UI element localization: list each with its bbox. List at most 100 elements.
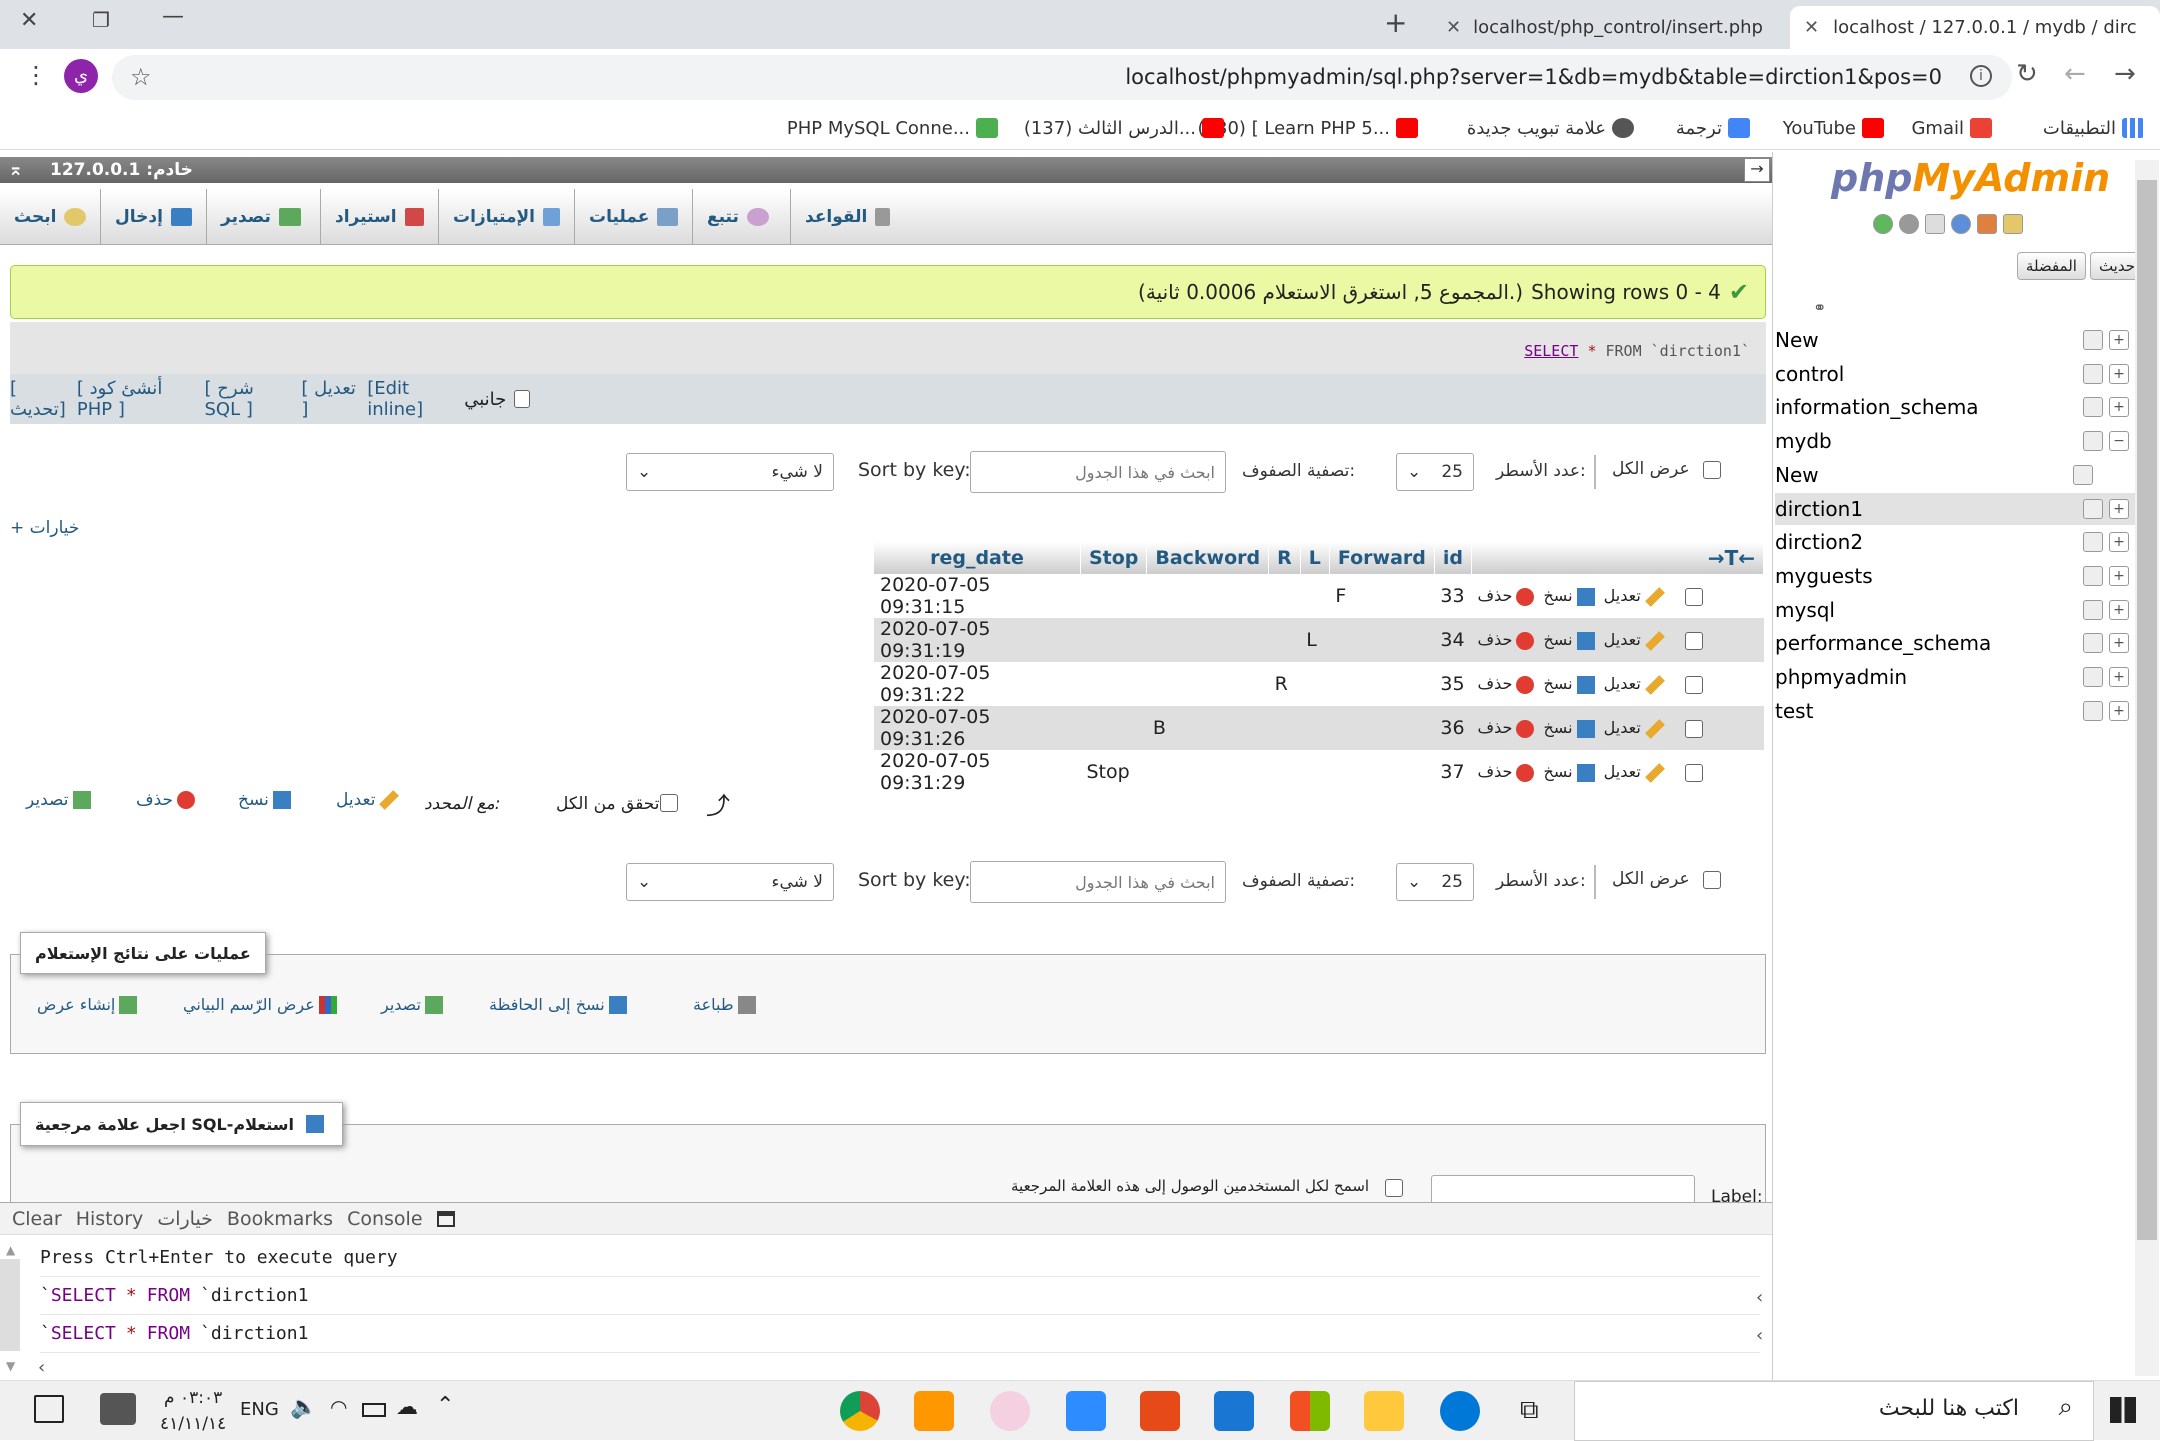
cell-forward[interactable] bbox=[1329, 706, 1435, 750]
console-query-2[interactable]: ` SELECT * FROM `dirction1 bbox=[40, 1315, 1760, 1353]
store-taskbar-icon[interactable] bbox=[1290, 1391, 1330, 1431]
cell-id[interactable]: 33 bbox=[1434, 574, 1471, 618]
row-checkbox[interactable] bbox=[1684, 675, 1703, 694]
cell-reg_date[interactable]: 2020-07-05 09:31:19 bbox=[874, 618, 1081, 662]
cell-stop[interactable] bbox=[1080, 662, 1146, 706]
site-info-icon[interactable]: i bbox=[1970, 65, 1992, 87]
cell-forward[interactable] bbox=[1329, 662, 1434, 706]
column-arrows[interactable]: ←T→ bbox=[1471, 542, 1764, 574]
tree-node[interactable]: information_schema + bbox=[1775, 391, 2135, 423]
cell-reg_date[interactable]: 2020-07-05 09:31:26 bbox=[874, 706, 1081, 750]
language-indicator[interactable]: ENG bbox=[240, 1399, 279, 1420]
battery-icon[interactable] bbox=[362, 1403, 386, 1417]
taskbar-search-box[interactable]: اكتب هنا للبحث ⌕ bbox=[1574, 1381, 2094, 1441]
bulk-edit-button[interactable]: تعديل bbox=[336, 790, 403, 810]
sort-by-key-select[interactable]: ⌄ لا شيء bbox=[626, 863, 834, 901]
server-label[interactable]: خادم: 127.0.0.1 bbox=[50, 160, 193, 180]
back-icon[interactable]: → bbox=[2114, 59, 2136, 89]
expand-toggle-icon[interactable]: − bbox=[2109, 431, 2129, 452]
console-query-1[interactable]: ` SELECT * FROM `dirction1 bbox=[40, 1277, 1760, 1315]
new-tab-icon[interactable]: + bbox=[1384, 6, 1407, 39]
bulk-delete-button[interactable]: حذف bbox=[136, 790, 199, 810]
tree-node[interactable]: New + bbox=[1775, 324, 2135, 356]
home-icon[interactable] bbox=[2003, 214, 2023, 234]
row-edit-button[interactable]: تعديل bbox=[1604, 630, 1669, 652]
expand-toggle-icon[interactable]: + bbox=[2109, 363, 2129, 384]
zoom-taskbar-icon[interactable] bbox=[1066, 1391, 1106, 1431]
cell-l[interactable]: L bbox=[1300, 618, 1330, 662]
ops-export-button[interactable]: تصدير bbox=[381, 995, 447, 1014]
tree-node[interactable]: test + bbox=[1775, 695, 2135, 727]
column-header-stop[interactable]: Stop bbox=[1080, 542, 1148, 574]
copy-clipboard-button[interactable]: نسخ إلى الحافظة bbox=[489, 995, 631, 1014]
close-tab-icon[interactable]: ✕ bbox=[1804, 17, 1819, 38]
tree-node[interactable]: phpmyadmin + bbox=[1775, 661, 2135, 693]
expand-toggle-icon[interactable]: + bbox=[2109, 532, 2129, 553]
cell-l[interactable] bbox=[1300, 706, 1330, 750]
php-code-link[interactable]: [ أنشئ كود PHP ] bbox=[77, 378, 197, 420]
cell-l[interactable] bbox=[1300, 662, 1329, 706]
tree-node[interactable]: dirction1 + bbox=[1775, 492, 2135, 525]
bookmark-newtab[interactable]: علامة تبويب جديدة bbox=[1467, 114, 1640, 142]
tree-node[interactable]: performance_schema + bbox=[1775, 627, 2135, 659]
docs-icon[interactable] bbox=[1925, 214, 1945, 234]
bookmark-apps[interactable]: التطبيقات bbox=[2043, 114, 2150, 142]
favorites-tab[interactable]: المفضلة bbox=[2016, 252, 2086, 280]
row-edit-button[interactable]: تعديل bbox=[1604, 586, 1669, 608]
expand-toggle-icon[interactable]: + bbox=[2109, 397, 2129, 418]
clock[interactable]: ٠٣:٠٣ م ٤١/١١/١٤ bbox=[160, 1385, 226, 1437]
rows-per-page-select[interactable]: ⌄ 25 bbox=[1396, 863, 1474, 901]
omnibox[interactable]: ☆ localhost/phpmyadmin/sql.php?server=1&… bbox=[112, 55, 2012, 100]
pma-logo[interactable]: phpMyAdmin bbox=[1831, 156, 2110, 200]
task-view-icon[interactable]: ⧉ bbox=[1520, 1395, 1539, 1426]
edge-taskbar-icon[interactable] bbox=[1440, 1391, 1480, 1431]
sublime-taskbar-icon[interactable] bbox=[914, 1391, 954, 1431]
check-all-checkbox[interactable] bbox=[660, 794, 678, 812]
row-delete-button[interactable]: حذف bbox=[1478, 674, 1539, 694]
tree-node[interactable]: mysql + bbox=[1775, 594, 2135, 626]
bookmark-gmail[interactable]: Gmail bbox=[1911, 114, 1998, 142]
wifi-icon[interactable]: ◠ bbox=[330, 1395, 347, 1419]
edit-inline-link[interactable]: [Edit inline] bbox=[367, 378, 456, 420]
tree-node[interactable]: control + bbox=[1775, 358, 2135, 390]
logout-icon[interactable] bbox=[1977, 214, 1997, 234]
forward-icon[interactable]: ← bbox=[2064, 59, 2086, 89]
app-tray-icon[interactable] bbox=[100, 1393, 136, 1425]
expand-toggle-icon[interactable]: + bbox=[2109, 633, 2129, 654]
tree-node[interactable]: dirction2 + bbox=[1775, 526, 2135, 558]
volume-icon[interactable]: 🔈 bbox=[290, 1395, 317, 1420]
chevron-left-icon[interactable]: ‹ bbox=[1756, 1325, 1763, 1346]
tab-export[interactable]: تصدير bbox=[206, 189, 320, 245]
cell-r[interactable]: R bbox=[1269, 662, 1301, 706]
tab-phpmyadmin[interactable]: ✕ localhost / 127.0.0.1 / mydb / dirc bbox=[1790, 6, 2160, 49]
mail-taskbar-icon[interactable] bbox=[1214, 1391, 1254, 1431]
print-button[interactable]: طباعة bbox=[693, 995, 760, 1014]
explorer-taskbar-icon[interactable] bbox=[1364, 1391, 1404, 1431]
row-copy-button[interactable]: نسخ bbox=[1543, 762, 1598, 782]
cell-backword[interactable] bbox=[1147, 574, 1269, 618]
show-all-checkbox[interactable] bbox=[1703, 871, 1721, 889]
row-checkbox[interactable] bbox=[1684, 763, 1703, 782]
row-copy-button[interactable]: نسخ bbox=[1543, 630, 1598, 650]
profiling-checkbox[interactable] bbox=[514, 390, 530, 408]
console-options[interactable]: خيارات bbox=[157, 1208, 213, 1230]
tab-privileges[interactable]: الإمتيازات bbox=[438, 189, 574, 245]
expand-toggle-icon[interactable]: + bbox=[2109, 330, 2129, 350]
row-edit-button[interactable]: تعديل bbox=[1604, 674, 1669, 696]
expand-toggle-icon[interactable]: + bbox=[2109, 700, 2129, 721]
sql-query-text[interactable]: SELECT * FROM `dirction1` bbox=[1524, 342, 1750, 360]
cell-backword[interactable]: B bbox=[1146, 706, 1269, 750]
chrome-taskbar-icon[interactable] bbox=[840, 1391, 880, 1431]
row-copy-button[interactable]: نسخ bbox=[1543, 718, 1598, 738]
menu-dots-icon[interactable]: ⋮ bbox=[24, 61, 48, 89]
console-bookmarks[interactable]: Bookmarks bbox=[227, 1208, 333, 1230]
scroll-down-icon[interactable]: ▼ bbox=[6, 1359, 15, 1373]
cell-r[interactable] bbox=[1268, 618, 1301, 662]
column-header-id[interactable]: id bbox=[1434, 542, 1473, 574]
collapse-icon[interactable]: ⌅ bbox=[8, 159, 23, 180]
profile-avatar[interactable]: ي bbox=[64, 59, 98, 93]
bookmark-youtube[interactable]: YouTube bbox=[1783, 114, 1890, 142]
close-window-icon[interactable]: ✕ bbox=[20, 8, 38, 33]
close-tab-icon[interactable]: ✕ bbox=[1446, 17, 1461, 38]
link-icon[interactable]: ⚭ bbox=[1813, 298, 1826, 317]
